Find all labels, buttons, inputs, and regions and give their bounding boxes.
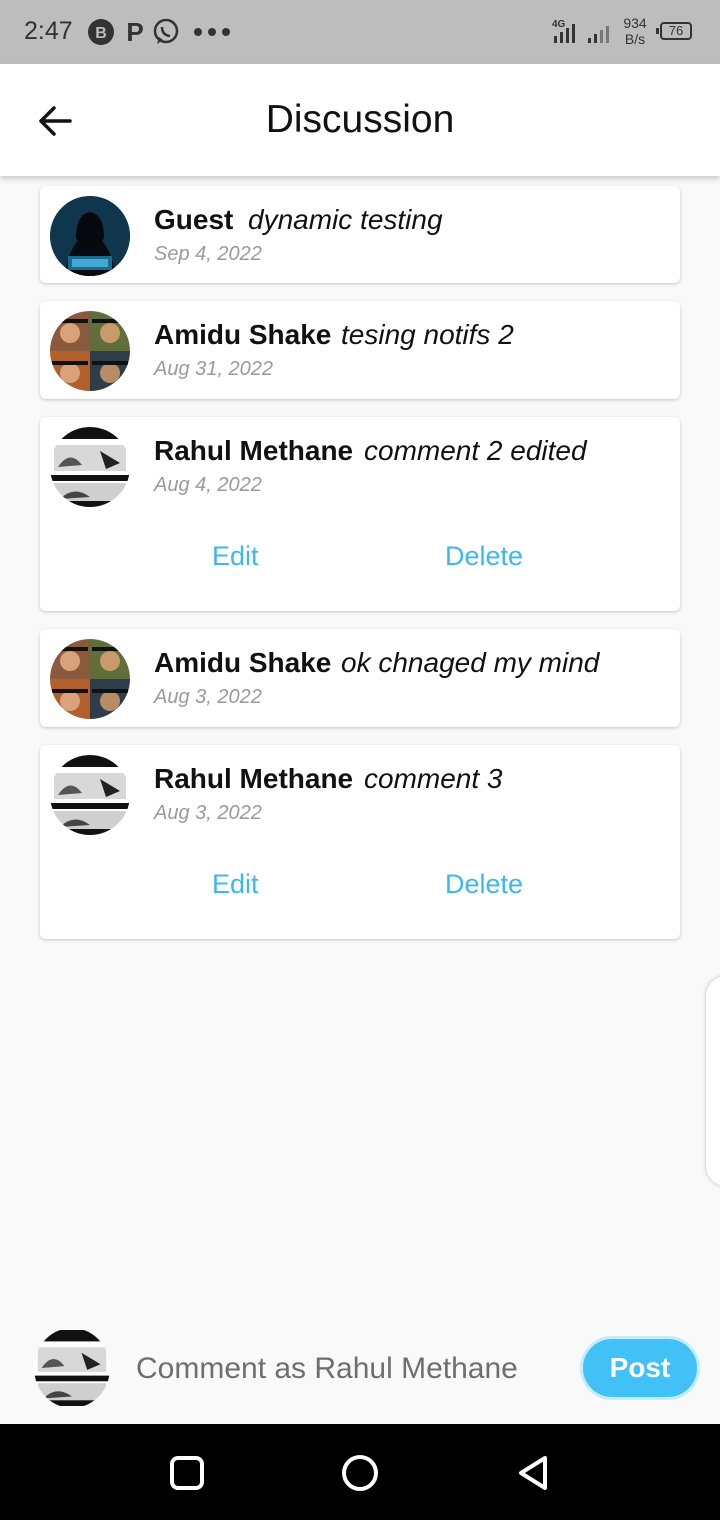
comment-date: Aug 31, 2022 <box>154 358 273 380</box>
comment-input[interactable] <box>134 1340 558 1398</box>
comment-text: comment 2 edited <box>364 435 587 466</box>
comment-card: Guest dynamic testing Sep 4, 2022 <box>40 186 680 283</box>
comment-text: ok chnaged my mind <box>341 647 600 678</box>
edit-button[interactable]: Edit <box>212 541 259 572</box>
edit-button[interactable]: Edit <box>212 869 259 900</box>
whatsapp-icon <box>153 18 179 44</box>
comment-author: Rahul Methane <box>154 435 354 466</box>
delete-button[interactable]: Delete <box>445 869 523 900</box>
signal-4g-icon: 4G <box>552 19 575 43</box>
p-icon: P <box>126 17 143 47</box>
comment-text: dynamic testing <box>248 204 443 235</box>
svg-text:B: B <box>95 25 107 42</box>
comment-date: Aug 3, 2022 <box>154 686 262 708</box>
net-speed: 934 B/s <box>620 15 650 47</box>
system-nav-bar <box>0 1424 720 1520</box>
app-bar: Discussion <box>0 64 720 176</box>
page-title: Discussion <box>265 98 455 141</box>
collage-avatar <box>50 311 130 391</box>
comment-card: Rahul Methane comment 2 edited Aug 4, 20… <box>40 417 680 611</box>
home-circle-icon[interactable] <box>337 1450 383 1496</box>
composer-avatar <box>34 1328 110 1408</box>
svg-text:P: P <box>126 17 143 47</box>
b-circle-icon: B <box>88 19 114 45</box>
status-bar: 2:47 B P 4G 934 B/s 76 <box>0 0 720 64</box>
comment-text: comment 3 <box>364 763 503 794</box>
net-speed-unit: B/s <box>624 31 646 47</box>
collage-avatar <box>50 639 130 719</box>
comic-avatar <box>50 755 130 835</box>
signal-bars-icon <box>588 26 609 43</box>
recents-square-icon[interactable] <box>164 1450 210 1496</box>
delete-button[interactable]: Delete <box>445 541 523 572</box>
comment-author: Amidu Shake <box>154 319 332 350</box>
more-dots-icon <box>194 28 230 36</box>
svg-text:4G: 4G <box>552 19 566 30</box>
back-triangle-icon[interactable] <box>511 1450 557 1496</box>
battery-icon: 76 <box>656 22 692 40</box>
comment-author: Guest <box>154 204 234 235</box>
comment-date: Aug 4, 2022 <box>154 474 262 496</box>
comment-card: Amidu Shake ok chnaged my mind Aug 3, 20… <box>40 629 680 727</box>
status-time: 2:47 <box>24 17 73 45</box>
comment-card: Amidu Shake tesing notifs 2 Aug 31, 2022 <box>40 301 680 399</box>
post-button[interactable]: Post <box>580 1336 700 1400</box>
comment-card: Rahul Methane comment 3 Aug 3, 2022 Edit… <box>40 745 680 939</box>
comment-author: Rahul Methane <box>154 763 354 794</box>
comment-date: Aug 3, 2022 <box>154 802 262 824</box>
comment-date: Sep 4, 2022 <box>154 243 262 265</box>
net-speed-value: 934 <box>623 15 647 31</box>
comment-author: Amidu Shake <box>154 647 332 678</box>
comment-text: tesing notifs 2 <box>341 319 514 350</box>
hacker-avatar <box>50 196 130 276</box>
comic-avatar <box>50 427 130 507</box>
side-drawer-handle[interactable] <box>706 976 720 1186</box>
